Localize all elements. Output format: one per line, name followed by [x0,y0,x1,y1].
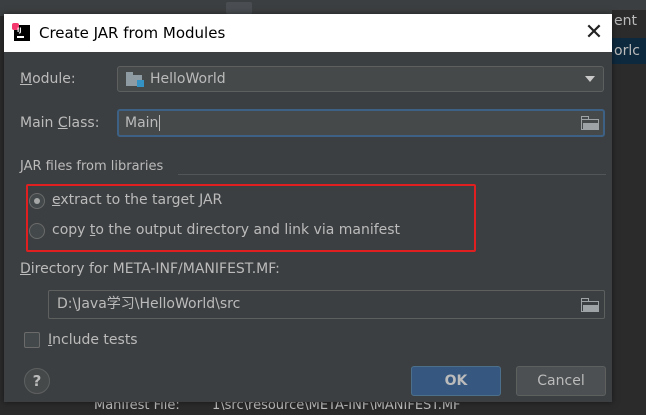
jar-files-section-label: JAR files from libraries [20,159,164,174]
directory-input[interactable]: D:\Java学习\HelloWorld\src [48,290,605,319]
module-label: Module: [20,71,76,87]
include-tests-label[interactable]: Include tests [48,332,138,348]
intellij-app-icon: IJ [12,23,30,41]
close-button[interactable]: ✕ [582,21,606,45]
module-selected-value: HelloWorld [150,71,226,87]
module-dropdown[interactable]: HelloWorld [117,66,604,92]
dialog-title: Create JAR from Modules [39,24,226,42]
dialog-titlebar[interactable]: IJ Create JAR from Modules ✕ [4,14,612,52]
help-button[interactable]: ? [24,368,50,394]
text-caret [159,115,160,131]
main-class-value: Main [125,115,159,131]
browse-folder-icon[interactable] [580,115,600,131]
cancel-button[interactable]: Cancel [516,366,606,396]
ide-bottom-row: Manifest File: 1\src\resource\META-INF\M… [0,398,646,415]
ide-peek-text-1: ent [612,10,646,32]
ok-button[interactable]: OK [411,366,501,396]
include-tests-checkbox[interactable] [24,332,40,348]
ide-peek-text-2: orlc [612,38,646,64]
ide-tab [226,2,252,14]
browse-folder-icon[interactable] [580,297,600,313]
directory-value: D:\Java学习\HelloWorld\src [57,296,241,312]
main-class-input[interactable]: Main [117,109,605,137]
directory-label: Directory for META-INF/MANIFEST.MF: [20,261,280,277]
module-folder-icon [126,72,144,87]
main-class-label: Main Class: [20,115,100,131]
chevron-down-icon [585,76,595,82]
section-separator [178,174,606,175]
create-jar-dialog: IJ Create JAR from Modules ✕ Module: Hel… [4,14,612,402]
red-highlight-annotation [26,184,476,252]
